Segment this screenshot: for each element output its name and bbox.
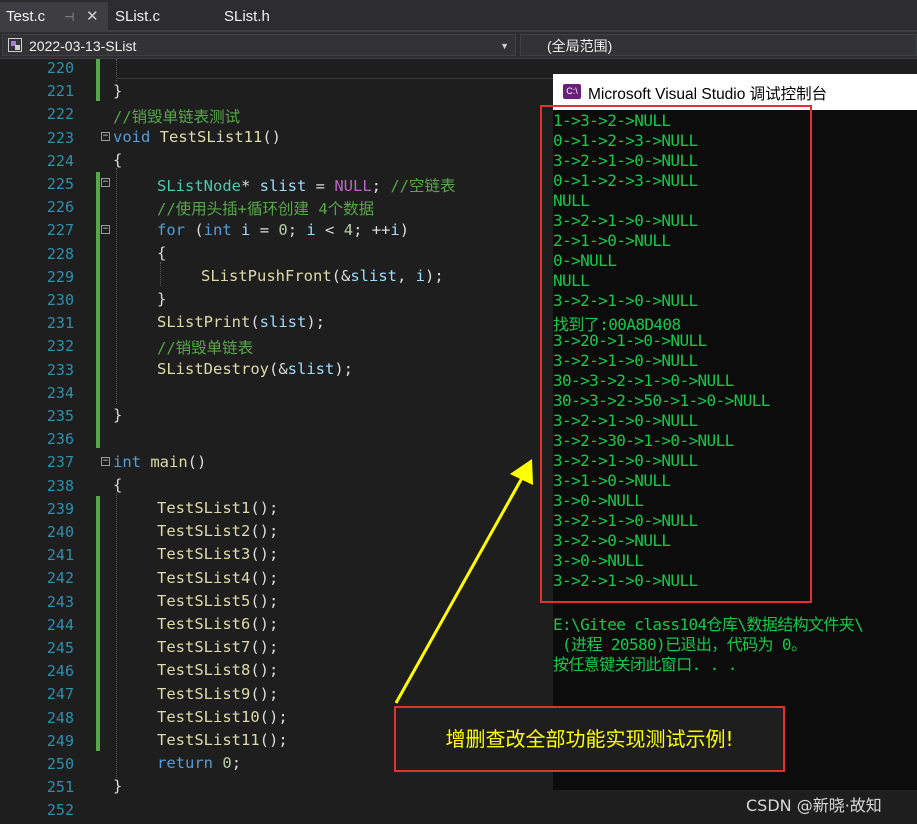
watermark: CSDN @新晓·故知 [746,796,882,815]
arrow-shaft [394,477,524,704]
callout-box: 增删查改全部功能实现测试示例! [394,706,785,772]
callout-text: 增删查改全部功能实现测试示例! [445,727,734,751]
annotation-arrow [394,459,533,704]
